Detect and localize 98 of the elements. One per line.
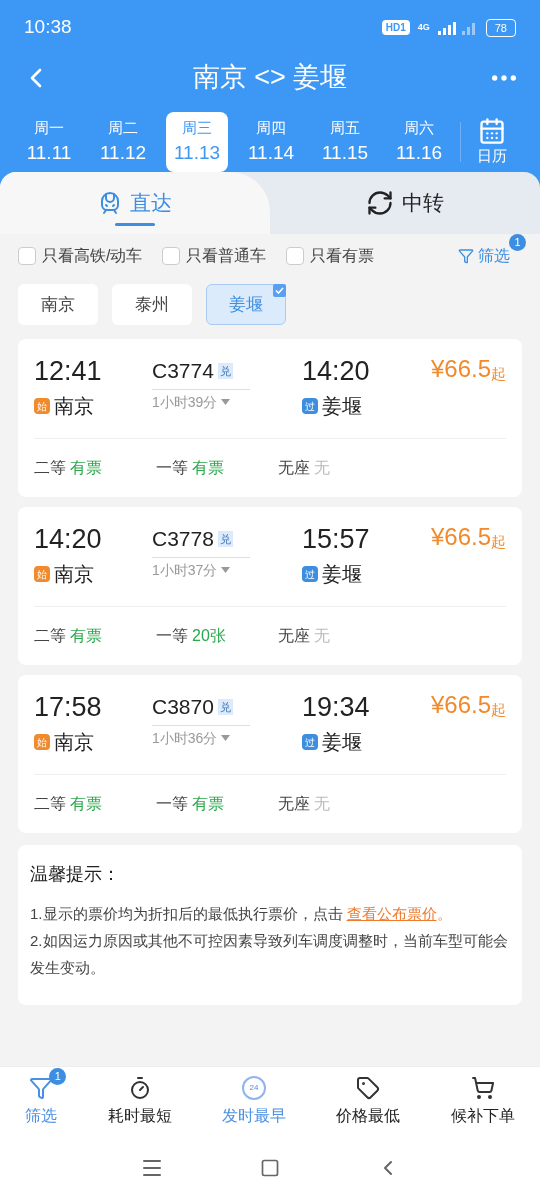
date-tab[interactable]: 周六 11.16 [388,112,450,172]
depart-time: 12:41 [34,355,103,387]
seat-class: 一等 [156,794,188,814]
arrive-time: 15:57 [302,523,371,555]
duration-toggle[interactable]: 1小时39分 [152,391,302,413]
duration-toggle[interactable]: 1小时36分 [152,727,302,749]
seat-class: 二等 [34,794,66,814]
depart-time: 14:20 [34,523,103,555]
check-icon [273,284,286,297]
filter-icon [458,248,474,264]
seat-class: 二等 [34,626,66,646]
exchange-tag: 兑 [217,698,233,715]
calendar-button[interactable]: 日历 [477,116,507,168]
status-time: 10:38 [24,15,72,40]
train-card[interactable]: 12:41 始 南京 C3774 兑 1小时39分 14:20 过 姜堰 ¥66.5起 二等 有票 一等 有票 无座 无 [18,339,522,497]
date-tab[interactable]: 周五 11.15 [314,112,376,172]
dropdown-icon [221,735,231,741]
seat-class: 无座 [278,794,310,814]
count-badge: 1 [509,234,526,251]
seat-availability: 无 [314,626,330,646]
seat-availability: 有票 [70,458,102,478]
dropdown-icon [221,399,231,405]
exchange-tag: 兑 [217,362,233,379]
signal-icon [437,20,478,35]
sort-button[interactable]: 24 发时最早 [221,1075,286,1128]
origin-tag: 始 [34,566,50,582]
seat-availability: 20张 [192,626,226,646]
seat-class: 一等 [156,458,188,478]
train-number: C3774 [152,358,214,384]
arrive-station: 姜堰 [322,394,362,419]
train-number: C3778 [152,526,214,552]
train-card[interactable]: 17:58 始 南京 C3870 兑 1小时36分 19:34 过 姜堰 ¥66.5起 二等 有票 一等 有票 无座 无 [18,675,522,833]
seat-availability: 有票 [192,794,224,814]
sort-button[interactable]: 价格最低 [336,1075,401,1128]
dropdown-icon [221,567,231,573]
exchange-tag: 兑 [217,530,233,547]
origin-tag: 始 [34,734,50,750]
cart-icon [470,1075,495,1100]
seat-class: 一等 [156,626,188,646]
seat-class: 二等 [34,458,66,478]
depart-station: 南京 [54,730,94,755]
count-badge: 1 [49,1067,67,1085]
seat-class: 无座 [278,458,310,478]
notice-text: 2.如因运力原因或其他不可控因素导致列车调度调整时，当前车型可能会发生变动。 [30,931,509,978]
date-tab[interactable]: 周三 11.13 [166,112,228,172]
seat-availability: 有票 [70,794,102,814]
route-title: 南京 <> 姜堰 [192,61,348,95]
tag-icon [356,1075,381,1100]
seat-availability: 无 [314,794,330,814]
date-tab[interactable]: 周一 11.11 [18,112,80,172]
price-link[interactable]: 查看公布票价 [346,905,437,922]
price-suffix: 起 [491,532,506,552]
train-card[interactable]: 14:20 始 南京 C3778 兑 1小时37分 15:57 过 姜堰 ¥66.5起 二等 有票 一等 20张 无座 无 [18,507,522,665]
seat-availability: 无 [314,458,330,478]
network-label: 4G [417,20,430,34]
station-chip[interactable]: 姜堰 [206,284,286,325]
depart-station: 南京 [54,394,94,419]
sort-button[interactable]: 候补下单 [450,1075,515,1128]
depart-station: 南京 [54,562,94,587]
hd-indicator: HD1 [381,20,410,35]
seat-class: 无座 [278,626,310,646]
route-tab[interactable]: 直达 [0,172,270,234]
pass-tag: 过 [302,734,318,750]
train-number: C3870 [152,694,214,720]
price: ¥66.5 [430,691,491,719]
train-icon [98,191,122,215]
arrive-station: 姜堰 [322,730,362,755]
pass-tag: 过 [302,398,318,414]
station-chip[interactable]: 泰州 [112,284,192,325]
arrive-time: 14:20 [302,355,371,387]
seat-availability: 有票 [192,458,224,478]
filter-checkbox[interactable]: 只看有票 [286,244,375,268]
price: ¥66.5 [430,355,491,383]
filter-button[interactable]: 筛选 [458,244,510,268]
depart-time: 17:58 [34,691,103,723]
duration-toggle[interactable]: 1小时37分 [152,559,302,581]
route-tab[interactable]: 中转 [270,172,540,234]
notice-text: 1.显示的票价均为折扣后的最低执行票价，点击 查看公布票价。 [30,904,453,924]
arrive-station: 姜堰 [322,562,362,587]
price-suffix: 起 [491,364,506,384]
seat-availability: 有票 [70,626,102,646]
sort-button[interactable]: 耗时最短 [107,1075,172,1128]
date-tab[interactable]: 周四 11.14 [240,112,302,172]
battery-indicator: 78 [485,18,516,37]
pass-tag: 过 [302,566,318,582]
origin-tag: 始 [34,398,50,414]
notice-title: 温馨提示： [30,863,121,886]
calendar-icon [478,116,506,145]
price-suffix: 起 [491,700,506,720]
filter-checkbox[interactable]: 只看高铁/动车 [18,244,143,268]
transfer-icon [366,189,394,217]
home-icon[interactable] [260,1158,280,1178]
price: ¥66.5 [430,523,491,551]
date-tab[interactable]: 周二 11.12 [92,112,154,172]
clock-icon: 24 [241,1075,266,1100]
arrive-time: 19:34 [302,691,371,723]
filter-checkbox[interactable]: 只看普通车 [162,244,267,268]
station-chip[interactable]: 南京 [18,284,98,325]
